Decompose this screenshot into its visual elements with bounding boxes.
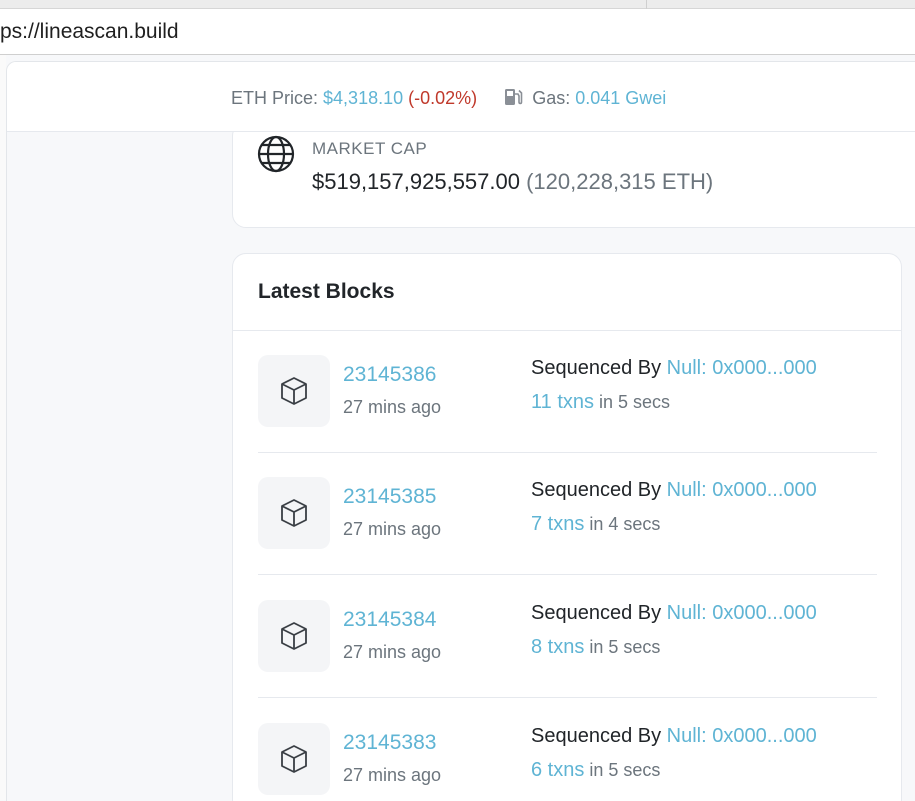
sequencer-address-link[interactable]: Null: 0x000...000 bbox=[667, 602, 817, 624]
latest-blocks-card: Latest Blocks 23145386 27 mins ago Seque… bbox=[232, 253, 902, 801]
block-tx-summary: 11 txns in 5 secs bbox=[531, 391, 670, 414]
ticker-row: ETH Price: $4,318.10 (-0.02%) Gas: 0.041… bbox=[231, 87, 666, 112]
block-row: 23145386 27 mins ago Sequenced By Null: … bbox=[258, 331, 877, 453]
block-row: 23145384 27 mins ago Sequenced By Null: … bbox=[258, 576, 877, 698]
sequenced-by: Sequenced By Null: 0x000...000 bbox=[531, 725, 817, 748]
sequencer-address-link[interactable]: Null: 0x000...000 bbox=[667, 479, 817, 501]
txns-link[interactable]: 7 txns bbox=[531, 513, 584, 535]
gas-value[interactable]: 0.041 Gwei bbox=[575, 88, 666, 108]
market-cap-eth: (120,228,315 ETH) bbox=[526, 169, 713, 194]
sequencer-address-link[interactable]: Null: 0x000...000 bbox=[667, 725, 817, 747]
cube-icon bbox=[258, 355, 330, 427]
sequenced-by-label: Sequenced By bbox=[531, 357, 661, 379]
latest-blocks-title: Latest Blocks bbox=[258, 280, 395, 304]
block-row: 23145385 27 mins ago Sequenced By Null: … bbox=[258, 453, 877, 575]
block-row: 23145383 27 mins ago Sequenced By Null: … bbox=[258, 699, 877, 801]
block-tx-summary: 8 txns in 5 secs bbox=[531, 636, 660, 659]
globe-icon bbox=[257, 135, 295, 178]
block-tx-summary: 6 txns in 5 secs bbox=[531, 759, 660, 782]
block-age: 27 mins ago bbox=[343, 519, 441, 540]
url-text[interactable]: ps://lineascan.build bbox=[0, 20, 179, 44]
block-duration: in 4 secs bbox=[589, 514, 660, 534]
cube-icon bbox=[258, 477, 330, 549]
block-duration: in 5 secs bbox=[589, 637, 660, 657]
block-number-link[interactable]: 23145386 bbox=[343, 363, 436, 387]
block-number-link[interactable]: 23145383 bbox=[343, 731, 436, 755]
eth-price-label: ETH Price: bbox=[231, 88, 318, 108]
latest-blocks-header: Latest Blocks bbox=[233, 254, 901, 331]
market-cap-usd: $519,157,925,557.00 bbox=[312, 169, 520, 194]
address-bar[interactable]: ps://lineascan.build bbox=[0, 9, 915, 55]
eth-price-value[interactable]: $4,318.10 bbox=[323, 88, 403, 108]
gas-label: Gas: bbox=[532, 88, 570, 108]
market-cap-label: MARKET CAP bbox=[312, 139, 427, 159]
cube-icon bbox=[258, 600, 330, 672]
market-cap-value: $519,157,925,557.00 (120,228,315 ETH) bbox=[312, 169, 713, 195]
browser-tab-strip bbox=[0, 0, 915, 9]
sequenced-by: Sequenced By Null: 0x000...000 bbox=[531, 479, 817, 502]
block-number-link[interactable]: 23145384 bbox=[343, 608, 436, 632]
page-viewport: MARKET CAP $519,157,925,557.00 (120,228,… bbox=[6, 61, 915, 801]
sequenced-by: Sequenced By Null: 0x000...000 bbox=[531, 357, 817, 380]
block-duration: in 5 secs bbox=[589, 760, 660, 780]
sequenced-by-label: Sequenced By bbox=[531, 479, 661, 501]
block-age: 27 mins ago bbox=[343, 642, 441, 663]
txns-link[interactable]: 6 txns bbox=[531, 759, 584, 781]
block-duration: in 5 secs bbox=[599, 392, 670, 412]
block-number-link[interactable]: 23145385 bbox=[343, 485, 436, 509]
sequenced-by-label: Sequenced By bbox=[531, 725, 661, 747]
block-age: 27 mins ago bbox=[343, 765, 441, 786]
txns-link[interactable]: 11 txns bbox=[531, 391, 594, 413]
gas-pump-icon bbox=[504, 87, 523, 112]
eth-price-change: (-0.02%) bbox=[408, 88, 477, 108]
block-age: 27 mins ago bbox=[343, 397, 441, 418]
block-tx-summary: 7 txns in 4 secs bbox=[531, 513, 660, 536]
market-cap-card: MARKET CAP $519,157,925,557.00 (120,228,… bbox=[232, 122, 915, 228]
sequencer-address-link[interactable]: Null: 0x000...000 bbox=[667, 357, 817, 379]
price-ticker: ETH Price: $4,318.10 (-0.02%) Gas: 0.041… bbox=[7, 62, 915, 132]
tab-divider bbox=[646, 0, 647, 9]
sequenced-by-label: Sequenced By bbox=[531, 602, 661, 624]
sequenced-by: Sequenced By Null: 0x000...000 bbox=[531, 602, 817, 625]
cube-icon bbox=[258, 723, 330, 795]
txns-link[interactable]: 8 txns bbox=[531, 636, 584, 658]
